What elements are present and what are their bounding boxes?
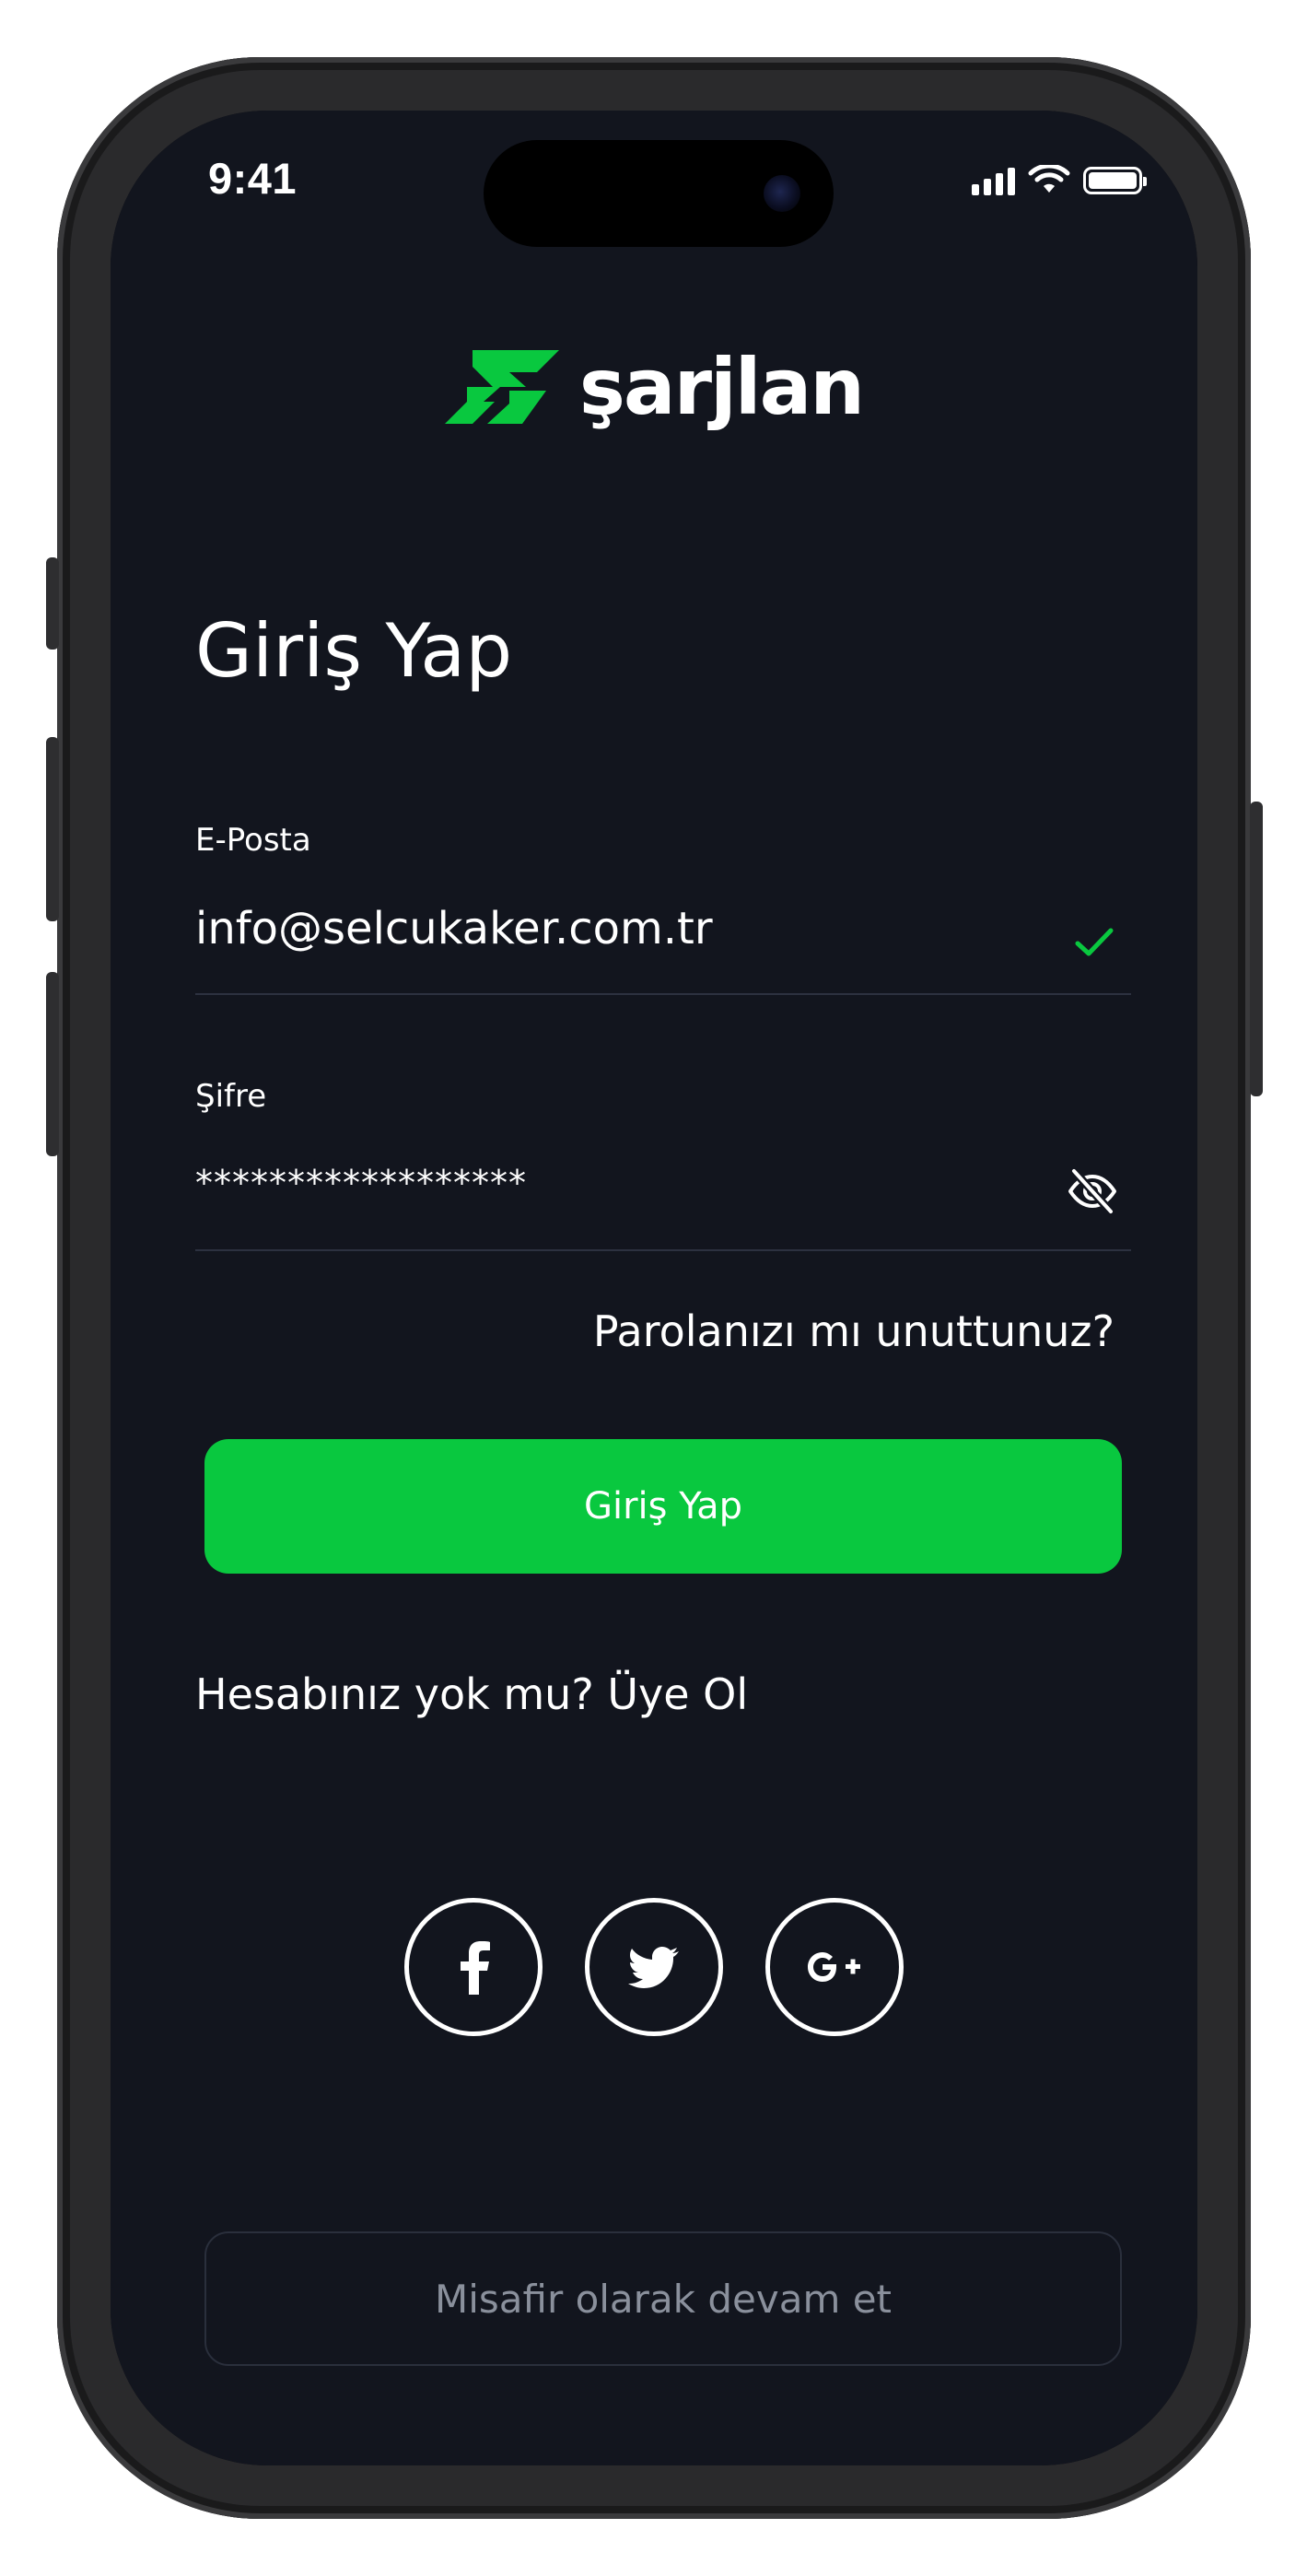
volume-up-button	[46, 737, 59, 921]
eye-slash-icon[interactable]	[1067, 1165, 1118, 1217]
facebook-login-button[interactable]	[404, 1898, 543, 2036]
twitter-login-button[interactable]	[585, 1898, 723, 2036]
volume-down-button	[46, 972, 59, 1156]
email-label: E-Posta	[195, 822, 311, 859]
page-title: Giriş Yap	[195, 608, 513, 694]
cellular-signal-icon	[972, 166, 1015, 195]
guest-continue-button[interactable]: Misafir olarak devam et	[204, 2231, 1122, 2366]
status-icons	[972, 162, 1147, 199]
status-time: 9:41	[208, 154, 298, 203]
google-plus-icon	[808, 1952, 860, 1982]
email-underline	[195, 993, 1131, 995]
twitter-icon	[628, 1947, 679, 1988]
login-button[interactable]: Giriş Yap	[204, 1439, 1122, 1574]
brand-logo: şarjlan	[111, 341, 1197, 433]
phone-screen: 9:41 şarjlan Giriş Yap E-Posta info@selc…	[111, 111, 1197, 2465]
app-background: 9:41 şarjlan Giriş Yap E-Posta info@selc…	[111, 111, 1197, 2465]
front-camera-icon	[764, 175, 800, 212]
password-field[interactable]: ******************	[195, 1163, 527, 1203]
checkmark-icon	[1075, 928, 1114, 956]
signup-link[interactable]: Hesabınız yok mu? Üye Ol	[195, 1669, 748, 1719]
battery-icon	[1083, 167, 1147, 194]
power-button	[1250, 802, 1263, 1096]
facebook-icon	[461, 1941, 490, 1995]
status-bar: 9:41	[111, 111, 1197, 247]
brand-name: şarjlan	[578, 342, 865, 432]
forgot-password-link[interactable]: Parolanızı mı unuttunuz?	[593, 1306, 1114, 1356]
social-login-row	[111, 1898, 1197, 2036]
google-plus-login-button[interactable]	[765, 1898, 904, 2036]
email-field[interactable]: info@selcukaker.com.tr	[195, 903, 713, 954]
silent-switch	[46, 557, 59, 650]
password-label: Şifre	[195, 1078, 267, 1115]
dynamic-island	[484, 140, 834, 247]
lightning-bolt-logo-icon	[444, 350, 559, 424]
wifi-icon	[1028, 165, 1070, 193]
password-underline	[195, 1249, 1131, 1251]
